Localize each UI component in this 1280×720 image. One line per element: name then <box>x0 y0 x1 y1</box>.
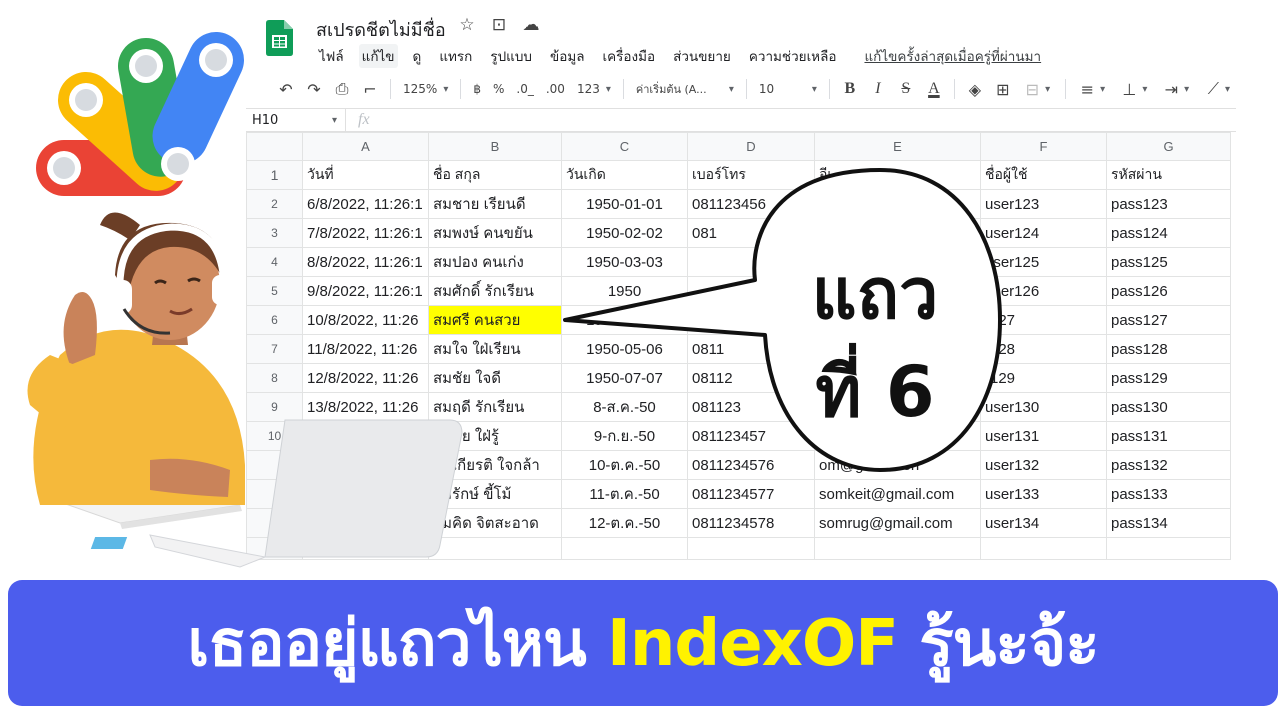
cell[interactable]: pass123 <box>1106 189 1231 219</box>
cell[interactable]: 0811234577 <box>687 479 815 509</box>
bubble-line-2: ที่ 6 <box>815 351 935 433</box>
chevron-down-icon: ▾ <box>331 114 337 126</box>
toolbar-divider <box>828 79 830 99</box>
cell[interactable]: 12-ต.ค.-50 <box>561 508 688 538</box>
cell[interactable]: pass132 <box>1106 450 1231 480</box>
italic-button[interactable]: I <box>864 75 892 103</box>
menu-extensions[interactable]: ส่วนขยาย <box>670 44 734 68</box>
text-color-button[interactable]: A <box>920 75 948 103</box>
banner-keyword: IndexOF <box>607 607 899 681</box>
column-header-c[interactable]: C <box>561 132 688 161</box>
toolbar-divider <box>460 79 462 99</box>
cell[interactable] <box>814 537 981 560</box>
cell[interactable]: 0811234578 <box>687 508 815 538</box>
column-header-f[interactable]: F <box>980 132 1107 161</box>
font-size-select[interactable]: 10 <box>753 75 823 103</box>
zoom-select[interactable]: 125% <box>397 75 454 103</box>
menu-help[interactable]: ความช่วยเหลือ <box>746 44 840 68</box>
banner-text-after: รู้นะจ้ะ <box>898 607 1099 681</box>
cell[interactable]: 11-ต.ค.-50 <box>561 479 688 509</box>
cell[interactable]: pass128 <box>1106 334 1231 364</box>
formula-bar: H10 ▾ fx <box>246 108 1236 132</box>
column-header-b[interactable]: B <box>428 132 562 161</box>
cell[interactable]: pass124 <box>1106 218 1231 248</box>
bubble-text: แถว ที่ 6 <box>780 245 970 441</box>
fx-icon: fx <box>358 111 370 128</box>
person-with-laptop-illustration <box>27 212 463 568</box>
row-header[interactable]: 1 <box>246 160 303 190</box>
menu-view[interactable]: ดู <box>410 44 425 68</box>
percent-format-button[interactable]: % <box>487 75 510 103</box>
toolbar-divider <box>1064 79 1066 99</box>
cell[interactable] <box>980 537 1107 560</box>
paint-format-icon[interactable]: ⌐ <box>356 75 384 103</box>
cell[interactable]: user134 <box>980 508 1107 538</box>
folder-move-icon[interactable]: ⊡ <box>488 15 510 35</box>
column-header-e[interactable]: E <box>814 132 981 161</box>
text-wrap-icon[interactable]: ⇥ <box>1156 75 1198 103</box>
cell[interactable]: somkeit@gmail.com <box>814 479 981 509</box>
borders-icon[interactable]: ⊞ <box>989 75 1017 103</box>
redo-icon[interactable]: ↷ <box>300 75 328 103</box>
cell[interactable] <box>687 537 815 560</box>
toolbar-divider <box>953 79 955 99</box>
font-family-select[interactable]: ค่าเริ่มต้น (A... <box>630 75 740 103</box>
bubble-line-1: แถว <box>811 253 939 335</box>
currency-format-button[interactable]: ฿ <box>467 75 487 103</box>
select-all-corner[interactable] <box>246 132 303 161</box>
menu-tools[interactable]: เครื่องมือ <box>600 44 659 68</box>
menu-format[interactable]: รูปแบบ <box>487 44 535 68</box>
cell[interactable] <box>1106 537 1231 560</box>
decrease-decimal-button[interactable]: .0_ <box>510 75 539 103</box>
menu-edit[interactable]: แก้ไข <box>358 44 398 68</box>
banner-text-before: เธออยู่แถวไหน <box>187 607 607 681</box>
bold-button[interactable]: B <box>836 75 864 103</box>
toolbar-divider <box>622 79 624 99</box>
strikethrough-button[interactable]: S <box>892 75 920 103</box>
merge-cells-icon[interactable]: ⊟ <box>1017 75 1059 103</box>
fill-color-icon[interactable]: ◈ <box>961 75 989 103</box>
cloud-status-icon[interactable]: ☁ <box>520 15 542 35</box>
google-sheets-logo-icon[interactable] <box>266 20 293 56</box>
column-header-d[interactable]: D <box>687 132 815 161</box>
cell[interactable]: pass127 <box>1106 305 1231 335</box>
star-icon[interactable]: ☆ <box>456 15 478 35</box>
column-header-a[interactable]: A <box>302 132 429 161</box>
undo-icon[interactable]: ↶ <box>272 75 300 103</box>
title-banner: เธออยู่แถวไหน IndexOF รู้นะจ้ะ <box>8 580 1278 706</box>
menu-insert[interactable]: แทรก <box>436 44 475 68</box>
print-icon[interactable]: ⎙ <box>328 75 356 103</box>
vertical-align-icon[interactable]: ⊥ <box>1114 75 1156 103</box>
number-format-select[interactable]: 123 <box>571 75 617 103</box>
cell[interactable]: user133 <box>980 479 1107 509</box>
cell[interactable]: pass125 <box>1106 247 1231 277</box>
toolbar-divider <box>745 79 747 99</box>
cell[interactable] <box>561 537 688 560</box>
menu-file[interactable]: ไฟล์ <box>316 44 347 68</box>
cell[interactable]: pass133 <box>1106 479 1231 509</box>
cell[interactable]: รหัสผ่าน <box>1106 160 1231 190</box>
increase-decimal-button[interactable]: .00 <box>540 75 571 103</box>
name-box[interactable]: H10 ▾ <box>246 109 346 131</box>
cell[interactable]: pass130 <box>1106 392 1231 422</box>
cell[interactable]: pass129 <box>1106 363 1231 393</box>
apps-script-logo <box>36 32 244 196</box>
banner-title: เธออยู่แถวไหน IndexOF รู้นะจ้ะ <box>187 592 1099 694</box>
last-edit-link[interactable]: แก้ไขครั้งล่าสุดเมื่อครู่ที่ผ่านมา <box>861 44 1044 68</box>
toolbar: ↶ ↷ ⎙ ⌐ 125% ฿ % .0_ .00 123 ค่าเริ่มต้น… <box>272 73 1242 105</box>
cell[interactable]: วันที่ <box>302 160 429 190</box>
menu-data[interactable]: ข้อมูล <box>547 44 588 68</box>
cell[interactable]: pass134 <box>1106 508 1231 538</box>
text-rotation-icon[interactable]: ⟋ <box>1198 75 1240 103</box>
document-title[interactable]: สเปรดชีตไม่มีชื่อ <box>316 15 446 44</box>
name-box-value: H10 <box>252 112 279 128</box>
cell[interactable]: pass131 <box>1106 421 1231 451</box>
cell[interactable]: pass126 <box>1106 276 1231 306</box>
cell[interactable]: somrug@gmail.com <box>814 508 981 538</box>
column-header-g[interactable]: G <box>1106 132 1231 161</box>
title-icons: ☆ ⊡ ☁ <box>456 15 542 35</box>
horizontal-align-icon[interactable]: ≡ <box>1072 75 1114 103</box>
toolbar-divider <box>390 79 391 99</box>
menu-bar: ไฟล์ แก้ไข ดู แทรก รูปแบบ ข้อมูล เครื่อง… <box>316 44 1044 68</box>
